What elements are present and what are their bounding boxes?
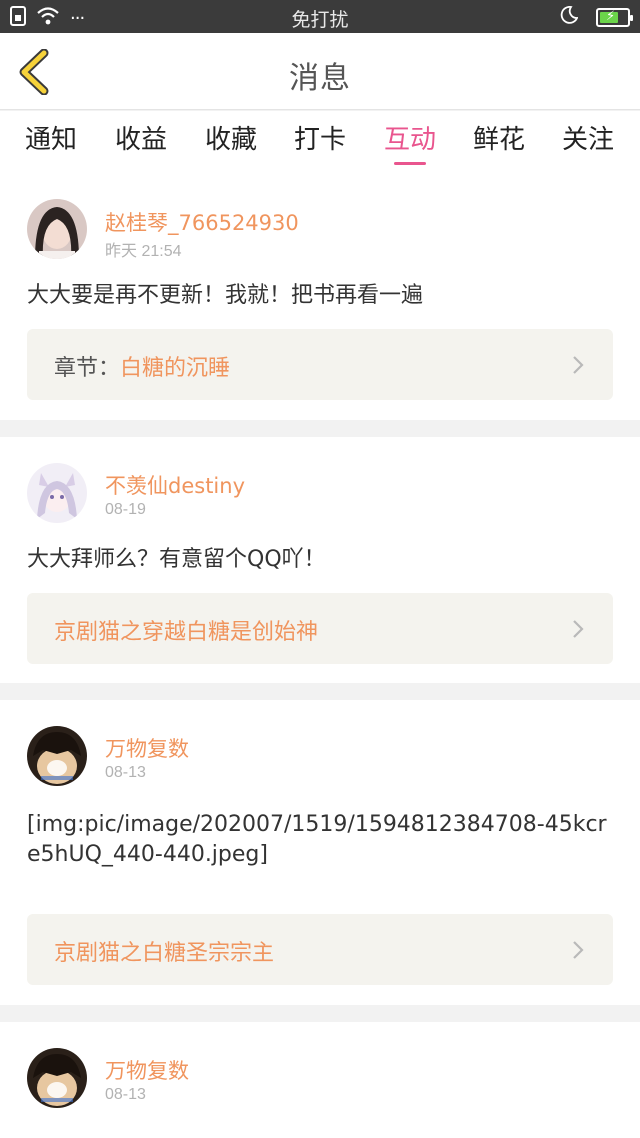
status-center-text: 免打扰: [291, 9, 349, 31]
moon-icon: [560, 6, 579, 28]
avatar[interactable]: [27, 726, 87, 786]
tab-earnings[interactable]: 收益: [109, 119, 173, 156]
reference-title: 京剧猫之穿越白糖是创始神: [54, 620, 319, 645]
message-card: 万物复数 08-13: [0, 1022, 640, 1138]
reference-link[interactable]: 京剧猫之白糖圣宗宗主: [27, 914, 613, 985]
avatar[interactable]: [27, 463, 87, 523]
chevron-right-icon: [573, 941, 584, 959]
reference-text: 京剧猫之穿越白糖是创始神: [54, 614, 318, 646]
reference-link[interactable]: 京剧猫之穿越白糖是创始神: [27, 593, 613, 664]
reference-title: 白糖的沉睡: [120, 356, 231, 381]
tab-follow[interactable]: 关注: [556, 119, 620, 156]
avatar[interactable]: [27, 199, 87, 259]
message-date: 08-19: [105, 501, 146, 518]
app-header: 消息: [0, 33, 640, 110]
message-card: 不羡仙destiny 08-19 大大拜师么？有意留个QQ吖！ 京剧猫之穿越白糖…: [0, 437, 640, 683]
reference-prefix: 章节：: [54, 356, 121, 381]
username[interactable]: 不羡仙destiny: [105, 470, 245, 500]
reference-text: 章节：白糖的沉睡: [54, 350, 230, 382]
status-right: ⚡: [560, 6, 633, 28]
tab-interaction[interactable]: 互动: [378, 119, 442, 165]
username[interactable]: 赵桂琴_766524930: [105, 207, 299, 237]
username[interactable]: 万物复数: [105, 733, 189, 763]
tab-bar: 通知 收益 收藏 打卡 互动 鲜花 关注: [0, 111, 640, 178]
tab-notice[interactable]: 通知: [19, 119, 83, 156]
charging-bolt-icon: ⚡: [606, 8, 616, 24]
avatar[interactable]: [27, 1048, 87, 1108]
message-text: 大大拜师么？有意留个QQ吖！: [27, 547, 326, 572]
reference-text: 京剧猫之白糖圣宗宗主: [54, 935, 274, 967]
chevron-right-icon: [573, 620, 584, 638]
status-bar: ··· 免打扰 ⚡: [0, 0, 640, 33]
message-date: 08-13: [105, 1086, 146, 1103]
message-date: 08-13: [105, 764, 146, 781]
tab-favorites[interactable]: 收藏: [199, 119, 263, 156]
message-card: 赵桂琴_766524930 昨天 21:54 大大要是再不更新！我就！把书再看一…: [0, 178, 640, 420]
message-text: [img:pic/image/202007/1519/1594812384708…: [27, 812, 607, 867]
page-title: 消息: [289, 61, 351, 96]
battery-icon: ⚡: [596, 7, 633, 27]
message-date: 昨天 21:54: [105, 243, 182, 260]
message-text: 大大要是再不更新！我就！把书再看一遍: [27, 283, 424, 308]
chevron-right-icon: [573, 356, 584, 374]
username[interactable]: 万物复数: [105, 1055, 189, 1085]
tab-checkin[interactable]: 打卡: [288, 119, 352, 156]
tab-flowers[interactable]: 鲜花: [467, 119, 531, 156]
reference-link[interactable]: 章节：白糖的沉睡: [27, 329, 613, 400]
message-card: 万物复数 08-13 [img:pic/image/202007/1519/15…: [0, 700, 640, 1005]
reference-title: 京剧猫之白糖圣宗宗主: [54, 941, 275, 966]
